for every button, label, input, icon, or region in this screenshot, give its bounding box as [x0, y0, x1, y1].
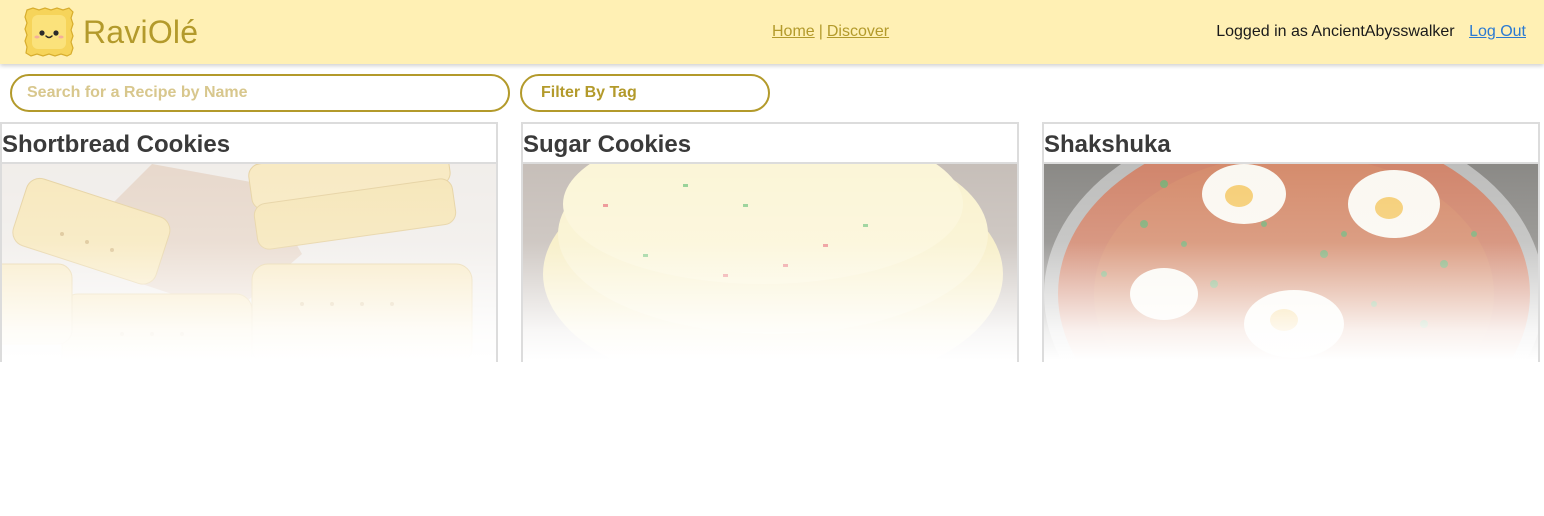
brand[interactable]: RaviOlé — [23, 6, 198, 58]
recipe-search-input[interactable] — [10, 74, 510, 112]
main-nav: Home | Discover — [772, 23, 889, 41]
user-area: Logged in as AncientAbysswalker Log Out — [1216, 23, 1526, 41]
recipe-card-title: Sugar Cookies — [523, 124, 1017, 164]
nav-home-link[interactable]: Home — [772, 23, 815, 40]
nav-discover-link[interactable]: Discover — [827, 23, 889, 40]
recipe-card-shortbread-cookies[interactable]: Shortbread Cookies — [0, 122, 498, 362]
sugar-cookies-photo — [523, 164, 1017, 360]
recipe-card-sugar-cookies[interactable]: Sugar Cookies — [521, 122, 1019, 362]
login-status: Logged in as AncientAbysswalker — [1216, 23, 1455, 40]
top-bar: RaviOlé Home | Discover Logged in as Ancie… — [0, 0, 1544, 64]
tag-filter-label: Filter By Tag — [541, 84, 637, 101]
recipe-card-title: Shakshuka — [1044, 124, 1538, 164]
app-title: RaviOlé — [83, 14, 199, 50]
nav-separator: | — [818, 23, 823, 40]
shortbread-cookies-photo — [2, 164, 496, 360]
recipe-card-shakshuka[interactable]: Shakshuka — [1042, 122, 1540, 362]
shakshuka-photo — [1044, 164, 1538, 360]
ravioli-face-icon — [24, 7, 74, 57]
logout-link[interactable]: Log Out — [1469, 23, 1526, 40]
recipe-card-title: Shortbread Cookies — [2, 124, 496, 164]
tag-filter-button[interactable]: Filter By Tag — [520, 74, 770, 112]
